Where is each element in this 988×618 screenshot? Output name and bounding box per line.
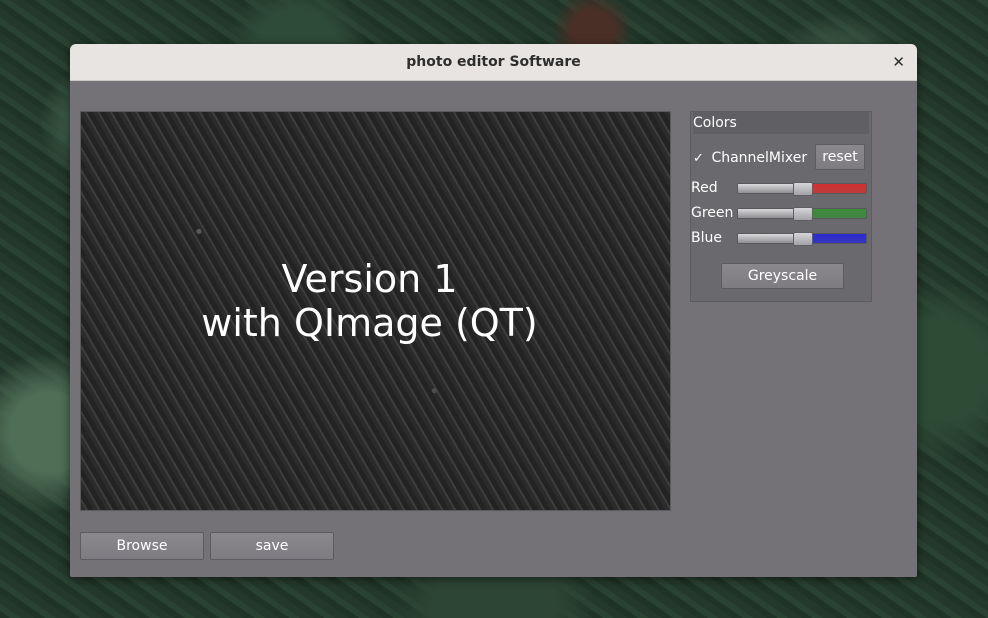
red-slider-handle[interactable] bbox=[793, 182, 813, 196]
title-bar: photo editor Software ✕ bbox=[70, 44, 917, 81]
browse-button[interactable]: Browse bbox=[80, 532, 204, 560]
image-preview: Version 1 with QImage (QT) bbox=[80, 111, 671, 511]
green-slider-handle[interactable] bbox=[793, 207, 813, 221]
image-overlay-text: Version 1 with QImage (QT) bbox=[81, 257, 664, 345]
reset-button[interactable]: reset bbox=[815, 144, 865, 170]
close-icon[interactable]: ✕ bbox=[892, 44, 905, 80]
channelmixer-checkbox[interactable]: ✓ bbox=[693, 146, 707, 172]
desktop-background: photo editor Software ✕ Version 1 with Q… bbox=[0, 0, 988, 618]
red-slider-row: Red bbox=[691, 178, 871, 198]
blue-slider-label: Blue bbox=[691, 230, 722, 246]
colors-title-label: Colors bbox=[693, 115, 737, 131]
channelmixer-label: ChannelMixer bbox=[711, 150, 808, 166]
channelmixer-checkbox-row[interactable]: ✓ ChannelMixer bbox=[691, 145, 807, 171]
green-slider[interactable] bbox=[737, 207, 867, 221]
red-slider-label: Red bbox=[691, 180, 718, 196]
blue-slider-row: Blue bbox=[691, 228, 871, 248]
overlay-line-1: Version 1 bbox=[281, 257, 458, 301]
window-title: photo editor Software bbox=[406, 54, 581, 70]
save-button[interactable]: save bbox=[210, 532, 334, 560]
greyscale-button[interactable]: Greyscale bbox=[721, 263, 844, 289]
colors-groupbox: Colors ✓ ChannelMixer reset Red Green Bl… bbox=[690, 111, 872, 302]
overlay-line-2: with QImage (QT) bbox=[201, 301, 538, 345]
blue-slider[interactable] bbox=[737, 232, 867, 246]
app-window: photo editor Software ✕ Version 1 with Q… bbox=[70, 44, 917, 577]
green-slider-label: Green bbox=[691, 205, 734, 221]
green-slider-row: Green bbox=[691, 203, 871, 223]
blue-slider-handle[interactable] bbox=[793, 232, 813, 246]
colors-group-title: Colors bbox=[693, 112, 869, 134]
red-slider[interactable] bbox=[737, 182, 867, 196]
